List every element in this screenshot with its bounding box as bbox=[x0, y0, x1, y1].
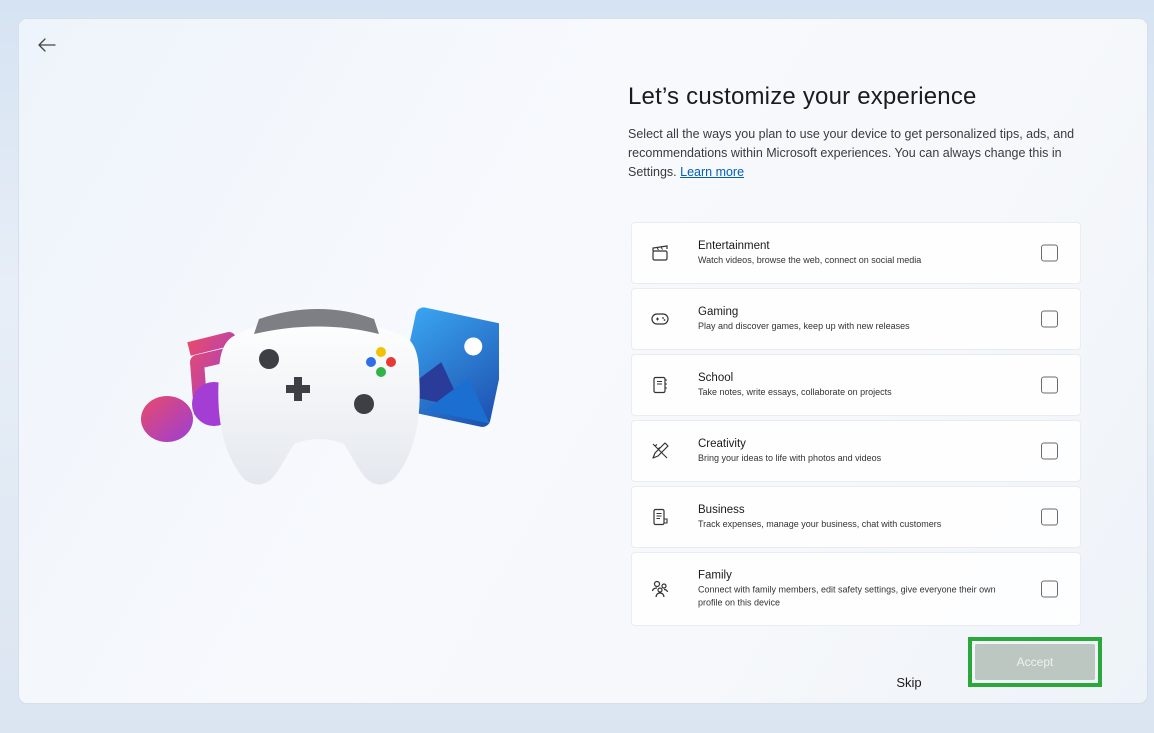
option-entertainment[interactable]: Entertainment Watch videos, browse the w… bbox=[631, 222, 1081, 284]
option-family[interactable]: Family Connect with family members, edit… bbox=[631, 552, 1081, 626]
option-school[interactable]: School Take notes, write essays, collabo… bbox=[631, 354, 1081, 416]
option-subtitle: Take notes, write essays, collaborate on… bbox=[698, 387, 892, 397]
option-subtitle: Bring your ideas to life with photos and… bbox=[698, 453, 882, 463]
arrow-left-icon bbox=[38, 38, 56, 52]
people-icon bbox=[651, 580, 669, 598]
option-gaming[interactable]: Gaming Play and discover games, keep up … bbox=[631, 288, 1081, 350]
option-title: School bbox=[698, 372, 734, 384]
option-title: Gaming bbox=[698, 306, 739, 318]
document-icon bbox=[653, 508, 668, 526]
entertainment-checkbox[interactable] bbox=[1041, 244, 1058, 262]
option-subtitle: Watch videos, browse the web, connect on… bbox=[698, 255, 922, 265]
back-button[interactable] bbox=[33, 31, 61, 59]
notebook-icon bbox=[653, 376, 667, 394]
creativity-checkbox[interactable] bbox=[1041, 442, 1058, 460]
content-panel: Let’s customize your experience Select a… bbox=[628, 83, 1118, 182]
options-list: Entertainment Watch videos, browse the w… bbox=[631, 222, 1081, 630]
gamepad-icon bbox=[651, 313, 669, 325]
gamepad-icon bbox=[218, 309, 420, 485]
option-subtitle: Connect with family members, edit safety… bbox=[698, 584, 996, 608]
family-checkbox[interactable] bbox=[1041, 580, 1058, 598]
page-title: Let’s customize your experience bbox=[628, 83, 977, 110]
skip-button[interactable]: Skip bbox=[869, 667, 949, 697]
hero-illustration bbox=[141, 307, 499, 485]
school-checkbox[interactable] bbox=[1041, 376, 1058, 394]
option-title: Family bbox=[698, 569, 732, 582]
accept-button[interactable]: Accept bbox=[975, 644, 1095, 680]
option-title: Entertainment bbox=[698, 240, 770, 252]
option-title: Creativity bbox=[698, 438, 746, 450]
option-title: Business bbox=[698, 504, 745, 516]
option-business[interactable]: Business Track expenses, manage your bus… bbox=[631, 486, 1081, 548]
pen-ruler-icon bbox=[652, 442, 669, 459]
option-subtitle: Play and discover games, keep up with ne… bbox=[698, 321, 910, 331]
option-creativity[interactable]: Creativity Bring your ideas to life with… bbox=[631, 420, 1081, 482]
learn-more-link[interactable]: Learn more bbox=[680, 165, 744, 179]
oobe-window: Let’s customize your experience Select a… bbox=[19, 19, 1147, 703]
page-description: Select all the ways you plan to use your… bbox=[628, 127, 1075, 179]
gaming-checkbox[interactable] bbox=[1041, 310, 1058, 328]
clapperboard-icon bbox=[652, 245, 668, 261]
business-checkbox[interactable] bbox=[1041, 508, 1058, 526]
option-subtitle: Track expenses, manage your business, ch… bbox=[698, 519, 942, 529]
